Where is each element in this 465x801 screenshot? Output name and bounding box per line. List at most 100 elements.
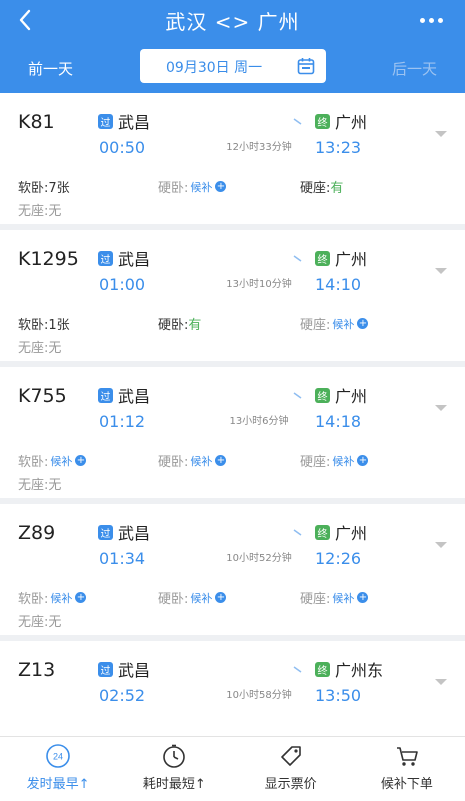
seat-availability: 无 xyxy=(48,615,62,630)
more-menu-button[interactable] xyxy=(415,6,447,34)
waitlist-button[interactable]: 候补 xyxy=(50,453,72,469)
expand-chevron-icon[interactable] xyxy=(434,129,448,139)
arrival-station: 广州 xyxy=(335,113,368,132)
pass-through-tag-icon: 过 xyxy=(98,661,113,677)
no-seat-info: 无座: 无 xyxy=(18,200,61,219)
arrival-station: 广州 xyxy=(335,524,368,543)
seat-class-label: 硬座: xyxy=(300,318,331,333)
departure-time: 00:50 xyxy=(99,138,146,157)
tab-label: 显示票价 xyxy=(264,777,317,792)
terminal-tag-icon: 终 xyxy=(315,387,330,403)
direction-arrow-icon xyxy=(214,255,302,262)
arrival-time: 14:18 xyxy=(315,412,362,431)
travel-duration: 10小时52分钟 xyxy=(226,553,292,564)
tab-label: 耗时最短↑ xyxy=(142,777,206,792)
departure-station-row: 过武昌 xyxy=(98,109,150,133)
tab-show-price[interactable]: 显示票价 xyxy=(233,737,349,801)
seat-availability: 无 xyxy=(48,341,62,356)
expand-chevron-icon[interactable] xyxy=(434,266,448,276)
waitlist-button[interactable]: 候补 xyxy=(190,590,212,606)
waitlist-button[interactable]: 候补 xyxy=(190,453,212,469)
pass-through-tag-icon: 过 xyxy=(98,387,113,403)
back-button[interactable] xyxy=(12,4,38,36)
travel-duration: 13小时6分钟 xyxy=(229,416,289,427)
waitlist-button[interactable]: 候补 xyxy=(190,179,212,195)
arrival-station-row: 终广州 xyxy=(315,520,367,544)
travel-duration: 10小时58分钟 xyxy=(226,690,292,701)
plus-icon[interactable]: + xyxy=(75,455,87,466)
seat-class: 硬座: 候补 + xyxy=(300,451,369,470)
train-number: K1295 xyxy=(18,248,79,270)
date-text: 09月30日 周一 xyxy=(166,60,263,76)
tab-label: 候补下单 xyxy=(380,777,433,792)
train-card[interactable]: K81 过武昌 00:50 12小时33分钟 终广州 13:23 软卧: 7张 硬卧: 候补 + 硬座… xyxy=(0,93,465,224)
prev-day-button[interactable]: 前一天 xyxy=(28,58,73,79)
seat-class-label: 硬座: xyxy=(300,455,331,470)
train-number: K755 xyxy=(18,385,67,407)
seat-class-label: 无座: xyxy=(18,204,49,219)
no-seat-info: 无座: 无 xyxy=(18,474,61,493)
train-card[interactable]: K1295 过武昌 01:00 13小时10分钟 终广州 14:10 软卧: 1张 硬卧: 有 硬座… xyxy=(0,230,465,361)
tab-icon-wrap xyxy=(161,743,187,769)
seat-class: 硬座: 候补 + xyxy=(300,314,369,333)
plus-icon[interactable]: + xyxy=(215,592,227,603)
plus-icon[interactable]: + xyxy=(357,455,369,466)
train-number: K81 xyxy=(18,111,55,133)
calendar-icon xyxy=(297,58,315,75)
no-seat-info: 无座: 无 xyxy=(18,611,61,630)
tab-sort-departure[interactable]: 24 发时最早↑ xyxy=(0,737,116,801)
terminal-tag-icon: 终 xyxy=(315,661,330,677)
arrival-time: 13:50 xyxy=(315,686,362,705)
departure-station: 武昌 xyxy=(118,250,151,269)
train-card[interactable]: K755 过武昌 01:12 13小时6分钟终广州 14:18 软卧: 候补 + 硬卧: 候补 + 硬… xyxy=(0,367,465,498)
seat-class-label: 软卧: xyxy=(18,181,49,196)
seat-class: 软卧: 候补 + xyxy=(18,588,87,607)
waitlist-button[interactable]: 候补 xyxy=(332,316,354,332)
plus-icon[interactable]: + xyxy=(75,592,87,603)
seat-class: 硬座: 候补 + xyxy=(300,588,369,607)
arrival-station: 广州 xyxy=(335,387,368,406)
seat-class-label: 硬卧: xyxy=(158,181,189,196)
tab-waitlist-order[interactable]: 候补下单 xyxy=(349,737,465,801)
seat-class-label: 硬座: xyxy=(300,592,331,607)
arrival-station-row: 终广州 xyxy=(315,246,367,270)
date-selector[interactable]: 09月30日 周一 xyxy=(140,49,326,83)
plus-icon[interactable]: + xyxy=(215,455,227,466)
travel-duration: 13小时10分钟 xyxy=(226,279,292,290)
tab-sort-duration[interactable]: 耗时最短↑ xyxy=(116,737,232,801)
seat-availability: 1张 xyxy=(48,318,70,333)
terminal-tag-icon: 终 xyxy=(315,250,330,266)
plus-icon[interactable]: + xyxy=(215,181,227,192)
train-number: Z89 xyxy=(18,522,56,544)
no-seat-info: 无座: 无 xyxy=(18,337,61,356)
train-card[interactable]: Z89 过武昌 01:34 10小时52分钟终广州 12:26 软卧: 候补 + 硬卧: 候补 + 硬… xyxy=(0,504,465,635)
expand-chevron-icon[interactable] xyxy=(434,540,448,550)
waitlist-button[interactable]: 候补 xyxy=(332,453,354,469)
terminal-tag-icon: 终 xyxy=(315,113,330,129)
seat-availability: 有 xyxy=(188,318,202,333)
expand-chevron-icon[interactable] xyxy=(434,403,448,413)
more-dot xyxy=(437,17,443,23)
next-day-button[interactable]: 后一天 xyxy=(392,58,437,79)
tab-label: 发时最早↑ xyxy=(26,777,90,792)
plus-icon[interactable]: + xyxy=(357,592,369,603)
seat-class: 硬卧: 候补 + xyxy=(158,588,227,607)
clock-24-icon: 24 xyxy=(46,744,70,768)
direction-arrow-icon xyxy=(214,392,302,399)
arrival-station-row: 终广州 xyxy=(315,109,367,133)
pass-through-tag-icon: 过 xyxy=(98,524,113,540)
seat-class-label: 软卧: xyxy=(18,455,49,470)
expand-chevron-icon[interactable] xyxy=(434,677,448,687)
seat-class: 软卧: 7张 xyxy=(18,177,70,196)
pass-through-tag-icon: 过 xyxy=(98,113,113,129)
arrival-station: 广州东 xyxy=(335,661,384,680)
arrival-time: 14:10 xyxy=(315,275,362,294)
waitlist-button[interactable]: 候补 xyxy=(332,590,354,606)
seat-class-label: 硬卧: xyxy=(158,592,189,607)
train-list[interactable]: K81 过武昌 00:50 12小时33分钟终广州 13:23 软卧: 7张 硬卧: 候补 + 硬座… xyxy=(0,93,465,736)
waitlist-button[interactable]: 候补 xyxy=(50,590,72,606)
train-card[interactable]: Z13过武昌02:5210小时58分钟终广州东13:50软卧:候补+硬卧:候补+… xyxy=(0,641,465,736)
seat-availability: 无 xyxy=(48,204,62,219)
plus-icon[interactable]: + xyxy=(357,318,369,329)
seat-availability: 有 xyxy=(330,181,344,196)
